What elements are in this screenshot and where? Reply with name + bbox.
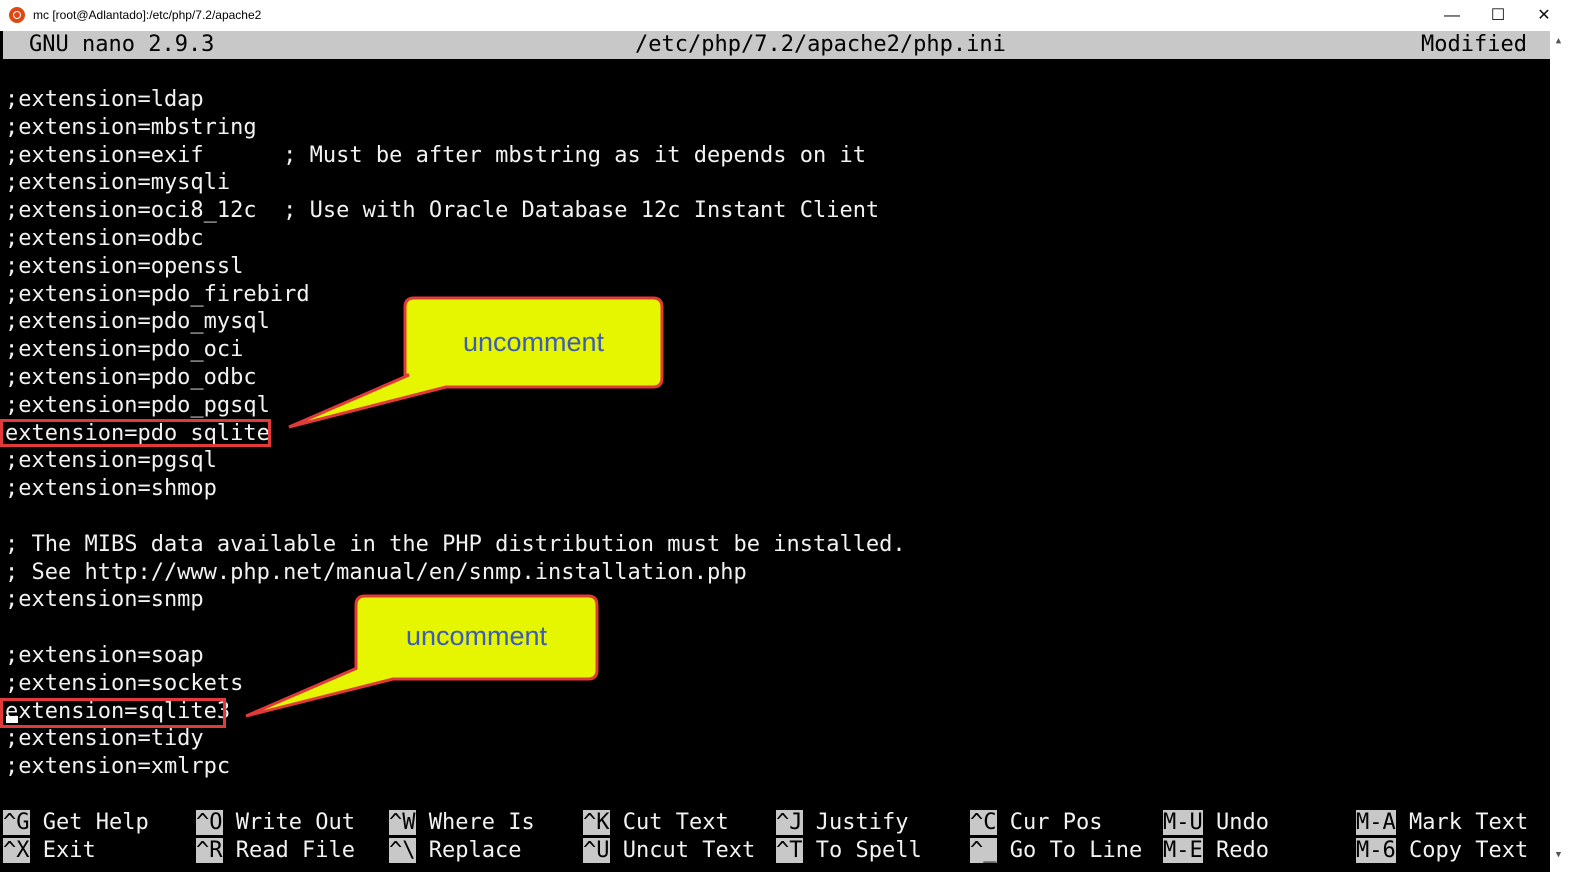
file-path: /etc/php/7.2/apache2/php.ini (635, 32, 1006, 57)
shortcut-key: ^_ (970, 838, 997, 863)
editor-line[interactable]: ;extension=pgsql (5, 448, 217, 474)
nano-version: GNU nano 2.9.3 (29, 32, 215, 57)
callout-label-1: uncomment (462, 327, 605, 357)
shortcut-item: ^\ Replace (389, 837, 521, 865)
window-title-bar: mc [root@Adlantado]:/etc/php/7.2/apache2… (0, 0, 1581, 31)
shortcut-key: ^K (583, 810, 610, 835)
editor-line[interactable]: ;extension=shmop (5, 476, 217, 502)
shortcut-key: M-E (1163, 838, 1203, 863)
shortcut-label: Mark Text (1409, 810, 1529, 835)
editor-line[interactable]: ;extension=soap (5, 643, 204, 669)
ubuntu-icon (9, 7, 25, 23)
editor-line[interactable]: ;extension=tidy (5, 726, 204, 752)
close-button[interactable]: ✕ (1521, 0, 1567, 31)
shortcut-label: Exit (42, 838, 96, 863)
shortcut-item: M-A Mark Text (1356, 809, 1528, 837)
shortcut-item: M-6 Copy Text (1356, 837, 1528, 865)
shortcut-label: Justify (815, 810, 909, 835)
shortcut-label: Where Is (428, 810, 535, 835)
shortcut-key: ^X (3, 838, 30, 863)
shortcut-key: ^U (583, 838, 610, 863)
editor-line[interactable]: ;extension=pdo_firebird (5, 282, 310, 308)
window-edge (1567, 31, 1581, 872)
shortcut-label: Get Help (42, 810, 149, 835)
shortcut-label: Go To Line (1009, 838, 1143, 863)
highlight-sqlite3 (0, 698, 226, 728)
editor-line[interactable]: ;extension=xmlrpc (5, 754, 230, 780)
shortcut-label: Undo (1216, 810, 1269, 835)
shortcut-label: Cur Pos (1009, 810, 1103, 835)
editor-line[interactable]: ;extension=pdo_pgsql (5, 393, 270, 419)
modified-status: Modified (1421, 32, 1527, 57)
shortcut-label: Read File (235, 838, 355, 863)
shortcut-item: ^K Cut Text (583, 809, 729, 837)
shortcut-item: ^_ Go To Line (970, 837, 1142, 865)
editor-line[interactable]: ;extension=pdo_oci (5, 337, 243, 363)
editor-line[interactable]: ;extension=snmp (5, 587, 204, 613)
scroll-down-icon[interactable]: ▼ (1550, 847, 1567, 864)
shortcut-key: M-A (1356, 810, 1396, 835)
shortcut-key: ^R (196, 838, 223, 863)
highlight-pdo-sqlite (0, 419, 271, 447)
shortcut-label: Copy Text (1409, 838, 1529, 863)
editor-line[interactable]: ;extension=sockets (5, 671, 243, 697)
editor-line[interactable]: ;extension=ldap (5, 87, 204, 113)
shortcut-key: ^G (3, 810, 30, 835)
shortcut-item: ^C Cur Pos (970, 809, 1102, 837)
window-title: mc [root@Adlantado]:/etc/php/7.2/apache2 (33, 8, 262, 22)
shortcut-item: M-U Undo (1163, 809, 1269, 837)
editor-line[interactable]: ;extension=pdo_mysql (5, 309, 270, 335)
shortcut-label: Write Out (235, 810, 355, 835)
editor-line[interactable]: ;extension=mbstring (5, 115, 257, 141)
shortcut-item: ^X Exit (3, 837, 96, 865)
shortcut-label: Replace (428, 838, 522, 863)
shortcut-key: ^\ (389, 838, 416, 863)
editor-line[interactable]: ; See http://www.php.net/manual/en/snmp.… (5, 560, 747, 586)
shortcut-item: ^G Get Help (3, 809, 149, 837)
shortcut-key: ^T (776, 838, 803, 863)
minimize-button[interactable]: — (1429, 0, 1475, 31)
shortcut-label: Redo (1216, 838, 1269, 863)
terminal[interactable]: GNU nano 2.9.3 /etc/php/7.2/apache2/php.… (3, 31, 1550, 872)
shortcut-label: Cut Text (622, 810, 729, 835)
shortcut-item: ^O Write Out (196, 809, 355, 837)
vertical-scrollbar[interactable]: ▲ ▼ (1550, 31, 1567, 872)
shortcut-key: ^W (389, 810, 416, 835)
editor-line[interactable]: ; The MIBS data available in the PHP dis… (5, 532, 906, 558)
shortcut-item: ^W Where Is (389, 809, 535, 837)
editor-line[interactable]: ;extension=oci8_12c ; Use with Oracle Da… (5, 198, 879, 224)
nano-header: GNU nano 2.9.3 /etc/php/7.2/apache2/php.… (3, 31, 1550, 59)
shortcut-key: M-6 (1356, 838, 1396, 863)
shortcut-label: Uncut Text (622, 838, 756, 863)
shortcut-key: ^C (970, 810, 997, 835)
shortcut-item: ^U Uncut Text (583, 837, 755, 865)
scroll-up-icon[interactable]: ▲ (1550, 33, 1567, 50)
shortcut-key: ^O (196, 810, 223, 835)
shortcut-item: M-E Redo (1163, 837, 1269, 865)
shortcut-key: M-U (1163, 810, 1203, 835)
shortcut-item: ^R Read File (196, 837, 355, 865)
callout-label-2: uncomment (405, 621, 548, 651)
maximize-button[interactable]: ☐ (1475, 0, 1521, 31)
shortcut-label: To Spell (815, 838, 922, 863)
editor-line[interactable]: ;extension=pdo_odbc (5, 365, 257, 391)
editor-line[interactable]: ;extension=exif ; Must be after mbstring… (5, 143, 866, 169)
editor-line[interactable]: ;extension=openssl (5, 254, 243, 280)
shortcut-key: ^J (776, 810, 803, 835)
shortcut-item: ^T To Spell (776, 837, 922, 865)
shortcut-item: ^J Justify (776, 809, 908, 837)
editor-line[interactable]: ;extension=mysqli (5, 170, 230, 196)
editor-line[interactable]: ;extension=odbc (5, 226, 204, 252)
